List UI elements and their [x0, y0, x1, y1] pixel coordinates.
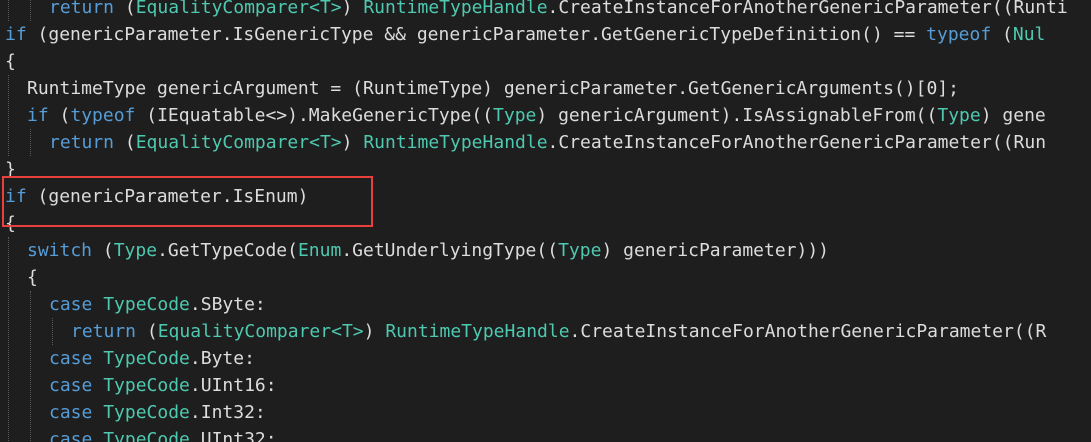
code-line: case TypeCode.Int32:: [0, 399, 1091, 426]
type-token: TypeCode: [103, 375, 190, 396]
code-line: return (EqualityComparer<T>) RuntimeType…: [0, 318, 1091, 345]
code-token: (genericParameter.IsGenericType && gener…: [26, 24, 927, 45]
code-token: .GetUnderlyingType((: [341, 240, 559, 261]
code-token: (: [136, 321, 158, 342]
keyword-token: return: [49, 0, 115, 18]
keyword-token: case: [49, 348, 93, 369]
code-token: .GetTypeCode(: [157, 240, 298, 261]
code-token: .CreateInstanceForAnotherGenericParamete…: [547, 132, 1047, 153]
code-line: switch (Type.GetTypeCode(Enum.GetUnderly…: [0, 237, 1091, 264]
code-token: (: [114, 0, 136, 18]
type-token: RuntimeTypeHandle: [363, 132, 548, 153]
type-token: EqualityComparer<T>: [135, 0, 342, 18]
code-token: (: [991, 24, 1013, 45]
code-token: .Byte:: [189, 348, 255, 369]
type-token: Type: [493, 105, 537, 126]
code-line: if (genericParameter.IsGenericType && ge…: [0, 21, 1091, 48]
code-line: case TypeCode.SByte:: [0, 291, 1091, 318]
keyword-token: return: [49, 132, 115, 153]
code-line: return (EqualityComparer<T>) RuntimeType…: [0, 129, 1091, 156]
code-token: (: [92, 240, 114, 261]
code-line: RuntimeType genericArgument = (RuntimeTy…: [0, 75, 1091, 102]
code-token: .Int32:: [189, 402, 266, 423]
code-token: .CreateInstanceForAnotherGenericParamete…: [547, 0, 1068, 18]
type-token: TypeCode: [103, 429, 190, 442]
type-token: Type: [113, 240, 158, 261]
highlight-box: [2, 176, 373, 227]
code-token: (: [48, 105, 71, 126]
type-token: RuntimeTypeHandle: [363, 0, 548, 18]
keyword-token: typeof: [70, 105, 136, 126]
keyword-token: if: [27, 105, 49, 126]
code-token: {: [5, 51, 16, 72]
code-token: .SByte:: [189, 294, 266, 315]
type-token: TypeCode: [103, 402, 190, 423]
type-token: Enum: [297, 240, 342, 261]
type-token: Nul: [1012, 24, 1046, 45]
type-token: TypeCode: [103, 348, 190, 369]
code-token: RuntimeType genericArgument = (RuntimeTy…: [27, 78, 959, 99]
keyword-token: return: [71, 321, 137, 342]
keyword-token: switch: [27, 240, 93, 261]
code-token: .CreateInstanceForAnotherGenericParamete…: [569, 321, 1047, 342]
code-token: ) genericArgument).IsAssignableFrom((: [536, 105, 938, 126]
code-token: ) genericParameter))): [601, 240, 830, 261]
code-token: (: [114, 132, 136, 153]
keyword-token: case: [49, 429, 93, 442]
code-token: {: [27, 267, 38, 288]
code-token: (IEquatable<>).MakeGenericType((: [135, 105, 494, 126]
code-token: ): [363, 321, 386, 342]
code-token: ) gene: [980, 105, 1046, 126]
code-line: case TypeCode.UInt32:: [0, 426, 1091, 442]
code-editor[interactable]: return (EqualityComparer<T>) RuntimeType…: [0, 0, 1091, 442]
code-line: if (typeof (IEquatable<>).MakeGenericTyp…: [0, 102, 1091, 129]
code-line: {: [0, 264, 1091, 291]
type-token: Type: [558, 240, 602, 261]
code-token: .UInt16:: [189, 375, 277, 396]
keyword-token: typeof: [926, 24, 992, 45]
code-line: {: [0, 48, 1091, 75]
code-token: ): [341, 0, 364, 18]
code-line: case TypeCode.Byte:: [0, 345, 1091, 372]
type-token: TypeCode: [103, 294, 190, 315]
type-token: EqualityComparer<T>: [135, 132, 342, 153]
type-token: RuntimeTypeHandle: [385, 321, 570, 342]
code-token: ): [341, 132, 364, 153]
keyword-token: case: [49, 402, 93, 423]
type-token: Type: [937, 105, 981, 126]
code-token: .UInt32:: [189, 429, 277, 442]
keyword-token: if: [5, 24, 27, 45]
code-line: return (EqualityComparer<T>) RuntimeType…: [0, 0, 1091, 21]
code-line: case TypeCode.UInt16:: [0, 372, 1091, 399]
type-token: EqualityComparer<T>: [157, 321, 364, 342]
keyword-token: case: [49, 375, 93, 396]
keyword-token: case: [49, 294, 93, 315]
